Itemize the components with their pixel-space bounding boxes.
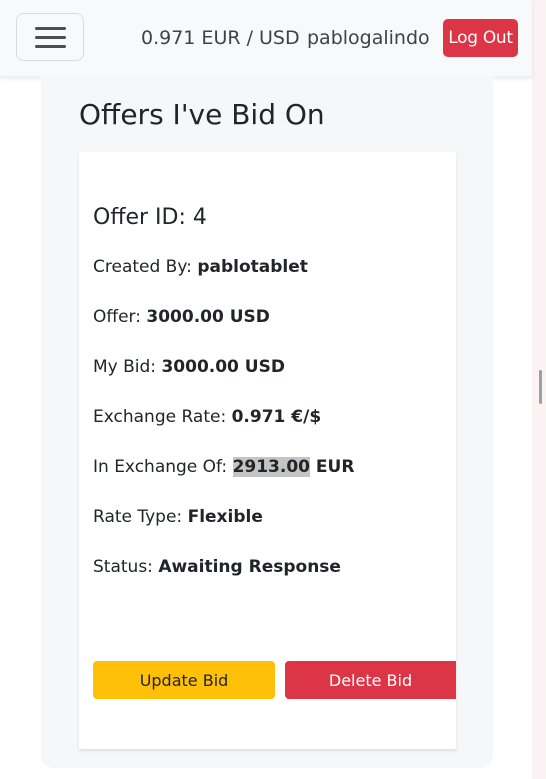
update-bid-button[interactable]: Update Bid: [93, 661, 275, 699]
username-display: pablogalindo: [307, 27, 430, 49]
status-label: Status:: [93, 557, 153, 577]
my-bid-label: My Bid:: [93, 357, 157, 377]
exchange-rate-label: Exchange Rate:: [93, 407, 227, 427]
logout-button[interactable]: Log Out: [443, 19, 518, 57]
exchange-rate-value: 0.971 €/$: [231, 407, 322, 427]
my-bid-value: 3000.00 USD: [161, 357, 285, 377]
created-by-line: Created By: pablotablet: [93, 257, 308, 277]
status-value: Awaiting Response: [158, 557, 341, 577]
offer-amount-line: Offer: 3000.00 USD: [93, 307, 270, 327]
created-by-label: Created By:: [93, 257, 192, 277]
my-bid-line: My Bid: 3000.00 USD: [93, 357, 285, 377]
delete-bid-button[interactable]: Delete Bid: [285, 661, 456, 699]
exchange-rate-display: 0.971 EUR / USD: [141, 27, 300, 49]
rate-type-line: Rate Type: Flexible: [93, 507, 263, 527]
page-title: Offers I've Bid On: [79, 98, 325, 131]
top-navbar: 0.971 EUR / USD pablogalindo Log Out: [0, 0, 532, 77]
in-exchange-label: In Exchange Of:: [93, 457, 228, 477]
offer-id-heading: Offer ID: 4: [93, 205, 207, 230]
menu-toggle-button[interactable]: [16, 13, 84, 61]
in-exchange-amount: 2913.00: [232, 457, 310, 477]
exchange-rate-line: Exchange Rate: 0.971 €/$: [93, 407, 321, 427]
in-exchange-currency: EUR: [315, 457, 355, 477]
offer-label: Offer:: [93, 307, 141, 327]
offer-card: [79, 152, 456, 749]
status-line: Status: Awaiting Response: [93, 557, 341, 577]
offer-value: 3000.00 USD: [146, 307, 270, 327]
rate-type-label: Rate Type:: [93, 507, 183, 527]
in-exchange-line: In Exchange Of: 2913.00 EUR: [93, 457, 354, 477]
rate-type-value: Flexible: [187, 507, 263, 527]
scrollbar-thumb[interactable]: [539, 370, 542, 404]
created-by-value: pablotablet: [197, 257, 308, 277]
